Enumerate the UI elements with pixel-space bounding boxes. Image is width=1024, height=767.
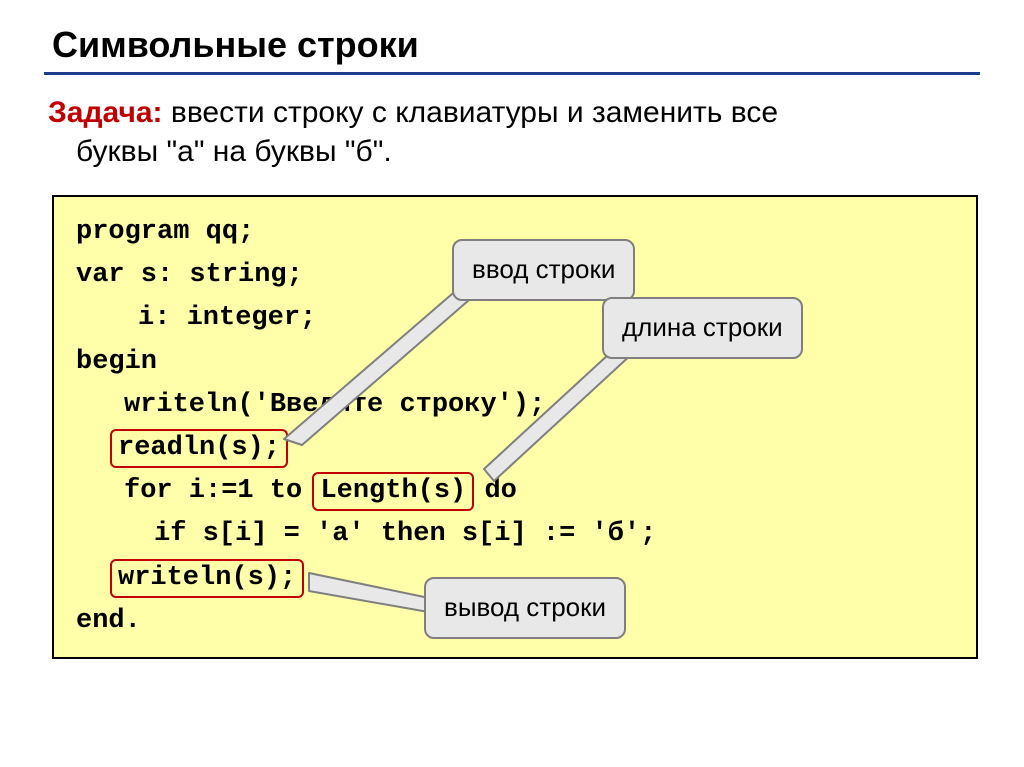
code-l7a: for i:=1 to: [124, 476, 318, 506]
page-title: Символьные строки: [44, 24, 980, 66]
task-text: Задача: ввести строку с клавиатуры и зам…: [44, 93, 980, 171]
length-highlight: Length(s): [312, 472, 474, 511]
title-rule: [44, 72, 980, 75]
task-line2: буквы "а" на буквы "б".: [48, 132, 980, 171]
readln-highlight: readln(s);: [110, 429, 288, 468]
callout-length: длина строки: [602, 297, 803, 359]
callout-input: ввод строки: [452, 239, 635, 301]
code-block: program qq; var s: string; i: integer; b…: [52, 195, 978, 659]
task-label: Задача:: [48, 96, 163, 129]
task-line1: ввести строку с клавиатуры и заменить вс…: [163, 96, 778, 129]
callout-output: вывод строки: [424, 577, 626, 639]
writeln-highlight: writeln(s);: [110, 559, 304, 598]
code-l8: if s[i] = 'а' then s[i] := 'б';: [76, 513, 954, 556]
